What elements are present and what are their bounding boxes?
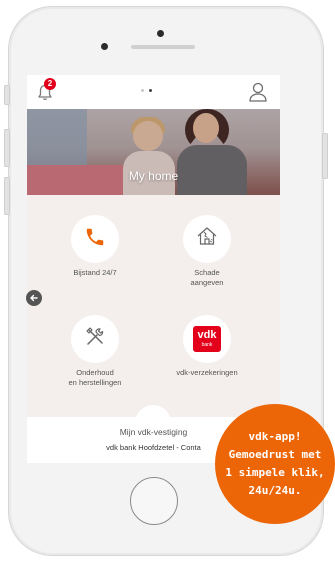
house-damage-icon xyxy=(195,225,219,254)
action-label: vdk-verzekeringen xyxy=(176,368,238,377)
action-circle xyxy=(71,315,119,363)
action-bijstand[interactable]: Bijstand 24/7 xyxy=(40,215,150,278)
vdk-logo-text: vdk xyxy=(197,329,217,341)
hero-banner[interactable]: My home xyxy=(27,109,280,195)
phone-icon xyxy=(84,226,106,253)
volume-down-button xyxy=(4,177,10,215)
page-indicator xyxy=(141,89,152,92)
promo-badge: vdk-app! Gemoedrust met 1 simpele klik, … xyxy=(215,404,335,524)
action-circle: vdk bank xyxy=(183,315,231,363)
action-schade[interactable]: Schade aangeven xyxy=(152,215,262,288)
page-dot xyxy=(141,89,144,92)
home-button[interactable] xyxy=(130,477,178,525)
promo-line-1: vdk-app! xyxy=(248,430,302,443)
action-circle xyxy=(183,215,231,263)
action-circle xyxy=(71,215,119,263)
sensor xyxy=(101,43,108,50)
promo-line-2: Gemoedrust met xyxy=(228,448,322,461)
earpiece-speaker xyxy=(131,45,195,49)
promo-line-3: 1 simpele klik, xyxy=(225,466,325,479)
volume-up-button xyxy=(4,129,10,167)
action-label: Schade aangeven xyxy=(190,268,224,287)
app-screen: 2 My home Bijstand 24/7 Schade aangeven … xyxy=(27,75,280,463)
arrow-left-icon[interactable] xyxy=(26,290,42,306)
action-label: Onderhoud en herstellingen xyxy=(68,368,122,387)
notification-badge: 2 xyxy=(44,78,56,90)
front-camera xyxy=(157,30,164,37)
promo-line-4: 24u/24u. xyxy=(248,484,302,497)
action-verzekeringen[interactable]: vdk bank vdk-verzekeringen xyxy=(152,315,262,378)
action-onderhoud[interactable]: Onderhoud en herstellingen xyxy=(40,315,150,388)
user-icon[interactable] xyxy=(248,81,268,103)
top-bar: 2 xyxy=(27,75,280,109)
power-button xyxy=(322,133,328,179)
vdk-logo-subtext: bank xyxy=(201,342,213,348)
action-label: Bijstand 24/7 xyxy=(73,268,117,277)
page-dot-active xyxy=(149,89,152,92)
hero-title: My home xyxy=(128,169,179,183)
promo-text: vdk-app! Gemoedrust met 1 simpele klik, … xyxy=(219,428,331,500)
vdk-logo: vdk bank xyxy=(193,326,221,352)
silent-switch xyxy=(4,85,10,105)
tools-icon xyxy=(83,325,107,354)
